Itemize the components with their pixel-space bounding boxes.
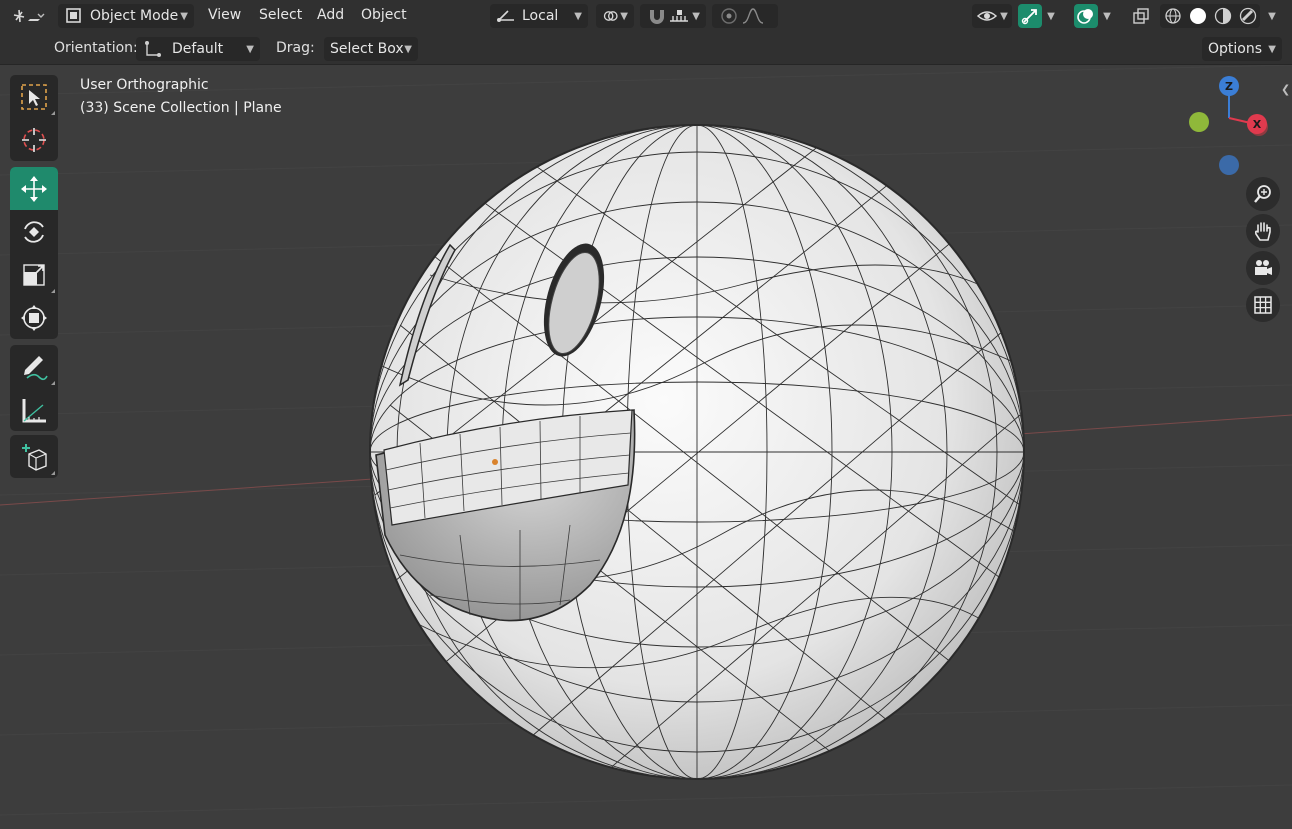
- gizmo-z[interactable]: Z: [1219, 76, 1239, 96]
- solid-shading-icon[interactable]: [1188, 6, 1208, 26]
- show-overlays-toggle[interactable]: [1074, 4, 1098, 28]
- tool-settings-bar: Orientation: Default ▼ Drag: Select Box …: [0, 32, 1292, 65]
- snap-increment-icon: [670, 10, 688, 22]
- gizmo-icon: [1021, 9, 1037, 25]
- tool-rotate[interactable]: [10, 210, 58, 253]
- editor-type-button[interactable]: [8, 4, 50, 28]
- zoom-icon: [1254, 185, 1271, 203]
- drag-dropdown[interactable]: Select Box ▼: [324, 37, 418, 61]
- proportional-edit-icon: [721, 8, 737, 24]
- material-preview-icon[interactable]: [1213, 6, 1233, 26]
- options-label: Options: [1208, 41, 1263, 57]
- chevron-down-icon: ▼: [1103, 10, 1111, 22]
- gizmo-x[interactable]: X: [1247, 114, 1267, 134]
- zoom-button[interactable]: [1246, 177, 1280, 211]
- orientation-label: Orientation:: [54, 40, 138, 56]
- rotate-icon: [24, 220, 44, 243]
- camera-icon: [1255, 260, 1272, 275]
- view-name: User Orthographic: [80, 77, 209, 93]
- grid-icon: [1254, 296, 1272, 314]
- rendered-shading-icon[interactable]: [1238, 6, 1258, 26]
- sphere-mesh[interactable]: [369, 124, 1025, 780]
- transform-icon: [21, 304, 47, 331]
- transform-orientation-label: Local: [522, 8, 559, 24]
- overlays-dropdown[interactable]: ▼: [1098, 4, 1116, 28]
- show-gizmo-toggle[interactable]: [1018, 4, 1042, 28]
- annotate-icon: [24, 355, 48, 380]
- object-mode-icon: [66, 8, 81, 23]
- cursor-icon: [22, 127, 46, 152]
- mode-label: Object Mode: [90, 8, 179, 24]
- chevron-down-icon: ▼: [1000, 10, 1008, 22]
- tool-add-cube[interactable]: [10, 435, 58, 478]
- chevron-down-icon: ▼: [180, 10, 188, 22]
- falloff-curve-icon: [742, 8, 764, 24]
- options-dropdown[interactable]: Options ▼: [1202, 37, 1282, 61]
- wireframe-shading-icon[interactable]: [1163, 6, 1183, 26]
- pivot-point-dropdown[interactable]: ▼: [596, 4, 634, 28]
- toolbar-group-select: [10, 75, 58, 161]
- shading-dropdown[interactable]: ▼: [1262, 4, 1282, 28]
- chevron-left-icon: ❮: [1281, 83, 1291, 96]
- transform-orientation-dropdown[interactable]: Local ▼: [490, 4, 588, 28]
- orientation-icon: [497, 10, 514, 22]
- gizmo-y[interactable]: [1189, 112, 1209, 132]
- eye-icon: [977, 11, 998, 21]
- menu-select[interactable]: Select: [259, 7, 302, 23]
- gizmo-neg-z[interactable]: [1219, 155, 1239, 175]
- tool-move[interactable]: [10, 167, 58, 210]
- scale-icon: [23, 263, 45, 286]
- sidebar-toggle[interactable]: ❮: [1281, 81, 1292, 101]
- tool-scale[interactable]: [10, 253, 58, 296]
- shading-mode-group: [1160, 4, 1260, 28]
- chevron-down-icon: ▼: [574, 10, 582, 22]
- collection-info: (33) Scene Collection | Plane: [80, 100, 282, 116]
- magnet-icon: [650, 10, 664, 24]
- chevron-down-icon: ▼: [692, 10, 700, 22]
- xray-icon: [1133, 8, 1149, 24]
- snapping-controls[interactable]: ▼: [640, 4, 706, 28]
- viewport-header: Object Mode ▼ View Select Add Object Loc…: [0, 0, 1292, 32]
- 3d-viewport[interactable]: User Orthographic (33) Scene Collection …: [0, 65, 1292, 829]
- menu-object[interactable]: Object: [361, 7, 407, 23]
- tool-transform[interactable]: [10, 296, 58, 339]
- orientation-dropdown[interactable]: Default ▼: [136, 37, 260, 61]
- chevron-down-icon: ▼: [1047, 10, 1055, 22]
- chevron-down-icon: ▼: [1268, 10, 1276, 22]
- chevron-down-icon: ▼: [404, 43, 412, 55]
- gizmo-dropdown[interactable]: ▼: [1042, 4, 1060, 28]
- drag-value: Select Box: [330, 41, 404, 57]
- toolbar-group-annotate: [10, 345, 58, 431]
- ortho-toggle-button[interactable]: [1246, 288, 1280, 322]
- tool-select-box[interactable]: [10, 75, 58, 118]
- toolbar-group-add: [10, 435, 58, 478]
- proportional-editing-controls[interactable]: [712, 4, 778, 28]
- tool-measure[interactable]: [10, 388, 58, 431]
- tool-cursor[interactable]: [10, 118, 58, 161]
- xray-toggle[interactable]: [1128, 4, 1154, 28]
- select-box-icon: [21, 83, 47, 110]
- menu-view[interactable]: View: [208, 7, 241, 23]
- toolbar-group-transform: [10, 167, 58, 339]
- mode-dropdown[interactable]: Object Mode ▼: [58, 4, 194, 28]
- orientation-value: Default: [172, 41, 224, 57]
- add-cube-icon: [22, 443, 47, 471]
- chevron-down-icon: ▼: [246, 43, 254, 55]
- move-icon: [21, 175, 47, 202]
- menu-add[interactable]: Add: [317, 7, 344, 23]
- chevron-down-icon: ▼: [1268, 43, 1276, 55]
- camera-view-button[interactable]: [1246, 251, 1280, 285]
- visibility-dropdown[interactable]: ▼: [972, 4, 1012, 28]
- pivot-icon: [603, 11, 618, 21]
- pan-button[interactable]: [1246, 214, 1280, 248]
- global-axes-icon: [145, 41, 161, 57]
- measure-icon: [22, 398, 46, 422]
- overlays-icon: [1077, 9, 1093, 24]
- drag-label: Drag:: [276, 40, 315, 56]
- pan-hand-icon: [1254, 222, 1271, 241]
- chevron-down-icon: ▼: [620, 10, 628, 22]
- scene-canvas[interactable]: [0, 65, 1292, 829]
- tool-annotate[interactable]: [10, 345, 58, 388]
- editor-type-icon: [13, 9, 45, 23]
